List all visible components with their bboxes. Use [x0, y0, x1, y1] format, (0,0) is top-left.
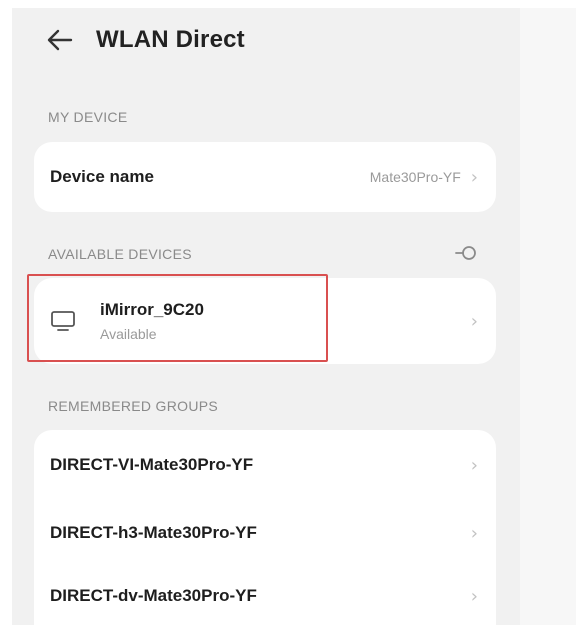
my-device-card: Device name Mate30Pro-YF ›: [34, 142, 496, 212]
chevron-right-icon: ›: [470, 585, 478, 607]
group-row[interactable]: DIRECT-VI-Mate30Pro-YF ›: [34, 430, 496, 500]
scan-icon: [455, 246, 476, 260]
device-name-label: Device name: [50, 167, 154, 186]
refresh-scan-button[interactable]: [452, 240, 480, 268]
remembered-groups-card: DIRECT-VI-Mate30Pro-YF › DIRECT-h3-Mate3…: [34, 430, 496, 625]
back-arrow-icon: [47, 29, 73, 51]
back-button[interactable]: [46, 26, 74, 54]
device-name-value: Mate30Pro-YF: [369, 169, 461, 185]
section-label-my-device: MY DEVICE: [48, 109, 128, 125]
group-row[interactable]: DIRECT-dv-Mate30Pro-YF ›: [34, 566, 496, 626]
chevron-right-icon: ›: [470, 522, 478, 544]
group-name: DIRECT-VI-Mate30Pro-YF: [50, 455, 254, 474]
chevron-right-icon: ›: [470, 166, 478, 188]
group-name: DIRECT-h3-Mate30Pro-YF: [50, 523, 257, 542]
side-area: [520, 8, 576, 625]
chevron-right-icon: ›: [470, 310, 478, 332]
section-label-available-devices: AVAILABLE DEVICES: [48, 246, 192, 262]
app-bar: WLAN Direct: [46, 22, 245, 58]
group-name: DIRECT-dv-Mate30Pro-YF: [50, 586, 257, 605]
chevron-right-icon: ›: [470, 454, 478, 476]
section-label-remembered-groups: REMEMBERED GROUPS: [48, 398, 219, 414]
device-name-row[interactable]: Device name Mate30Pro-YF ›: [34, 142, 496, 212]
page-title: WLAN Direct: [96, 26, 245, 53]
selection-highlight-box: [27, 274, 328, 362]
group-row[interactable]: DIRECT-h3-Mate30Pro-YF ›: [34, 500, 496, 566]
